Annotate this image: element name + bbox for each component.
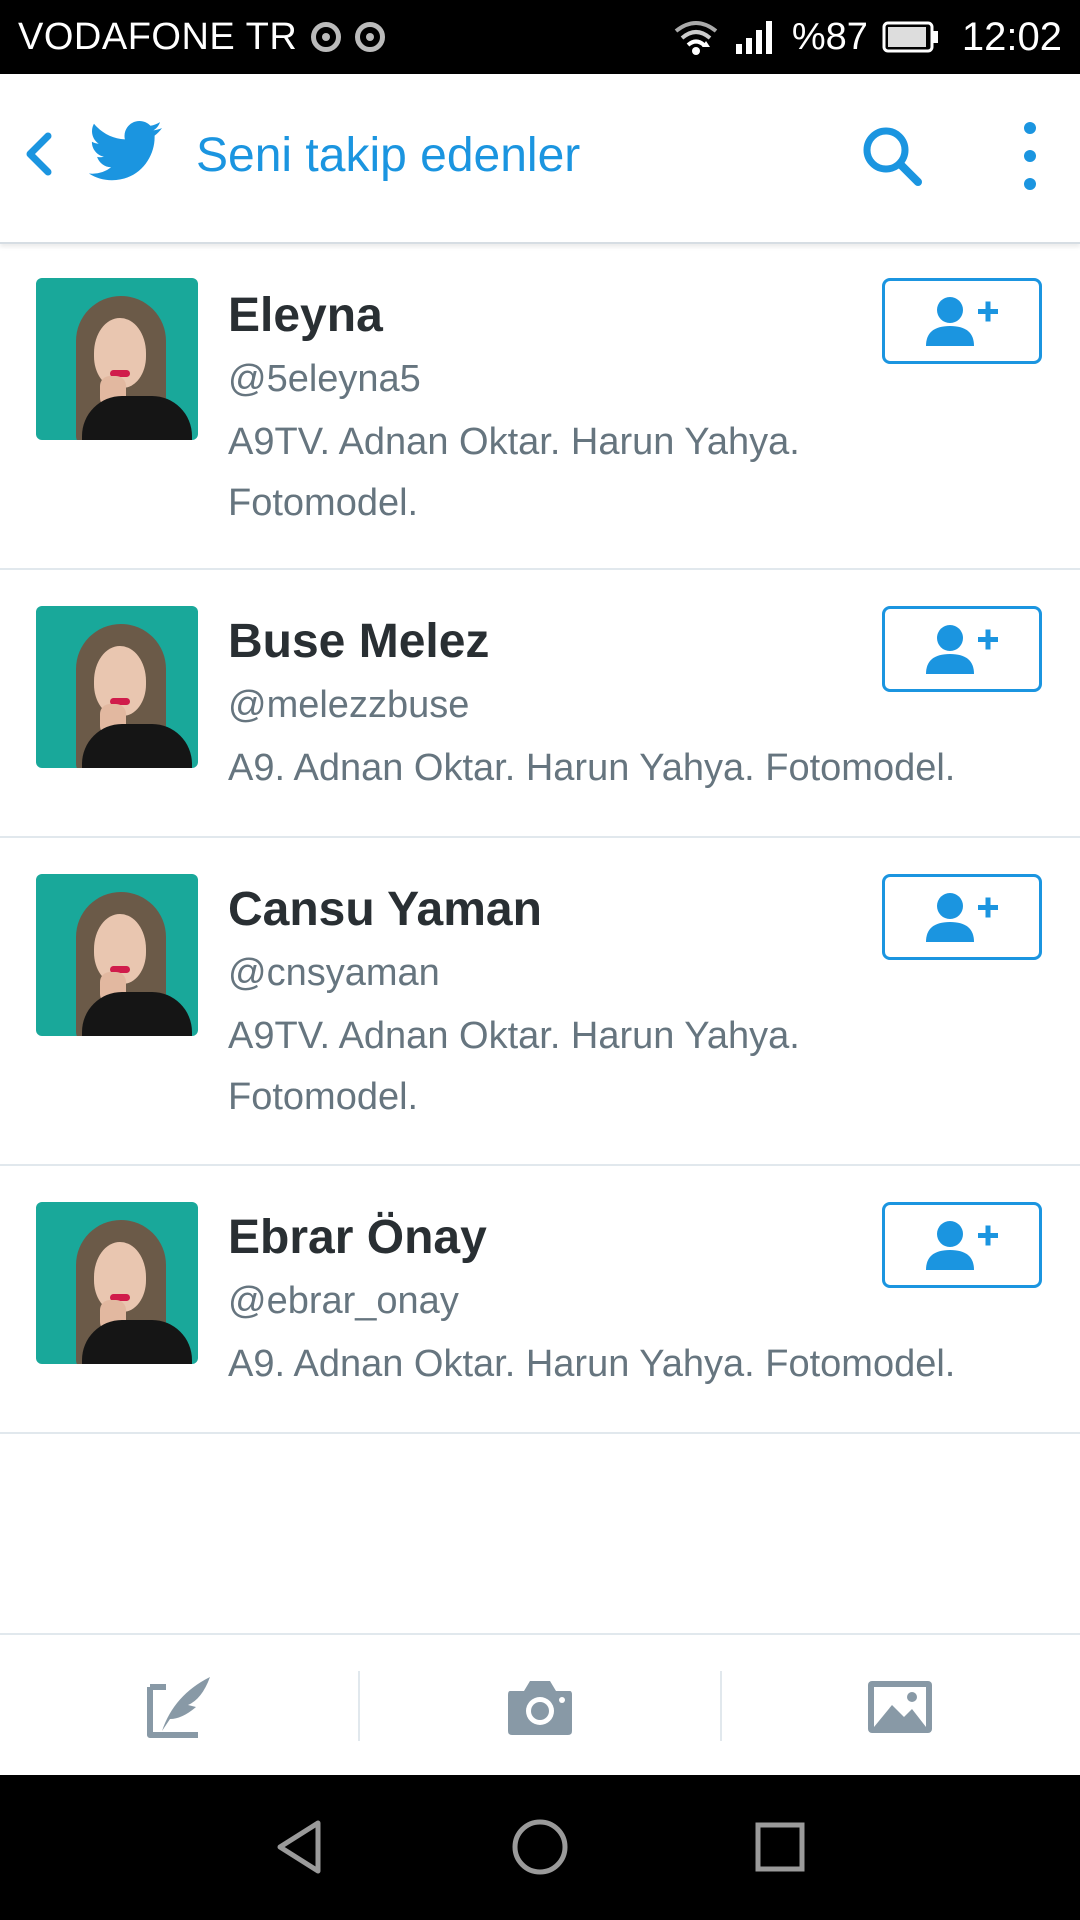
- follow-user-icon: [926, 297, 998, 346]
- battery-percent: %87: [791, 15, 868, 58]
- carrier-name: VODAFONE TR: [18, 15, 298, 58]
- page-title: Seni takip edenler: [196, 129, 581, 182]
- list-item[interactable]: Ebrar Önay @ebrar_onay A9. Adnan Oktar. …: [0, 1166, 1080, 1434]
- home-circle-icon[interactable]: [510, 1817, 570, 1877]
- avatar[interactable]: [36, 874, 198, 1036]
- camera-icon[interactable]: [504, 1675, 576, 1739]
- follow-button[interactable]: [882, 278, 1042, 364]
- bio-line: Fotomodel.: [228, 1076, 419, 1118]
- follow-button[interactable]: [882, 874, 1042, 960]
- compose-tweet-icon[interactable]: [144, 1675, 216, 1739]
- list-item[interactable]: Buse Melez @melezzbuse A9. Adnan Oktar. …: [0, 570, 1080, 838]
- user-name[interactable]: Eleyna: [228, 288, 383, 343]
- chrome-icon: [355, 22, 386, 52]
- user-handle: @5eleyna5: [228, 358, 421, 400]
- chevron-left-icon[interactable]: [16, 126, 62, 182]
- status-bar: VODAFONE TR %87 12:02: [0, 0, 1080, 74]
- back-triangle-icon[interactable]: [270, 1817, 330, 1877]
- search-icon[interactable]: [858, 122, 928, 192]
- system-nav-bar: [0, 1775, 1080, 1920]
- more-vertical-icon[interactable]: [1010, 118, 1050, 194]
- signal-icon: [735, 21, 772, 54]
- bio-line: A9. Adnan Oktar. Harun Yahya. Fotomodel.: [228, 747, 956, 789]
- user-bio: A9TV. Adnan Oktar. Harun Yahya. Fotomode…: [228, 412, 1028, 534]
- user-name[interactable]: Buse Melez: [228, 614, 489, 669]
- divider: [358, 1671, 360, 1741]
- user-name[interactable]: Cansu Yaman: [228, 882, 542, 937]
- twitter-bird-icon: [88, 121, 162, 181]
- user-handle: @cnsyaman: [228, 952, 440, 994]
- clock: 12:02: [961, 14, 1062, 59]
- bio-line: A9TV. Adnan Oktar. Harun Yahya.: [228, 1015, 800, 1057]
- avatar[interactable]: [36, 1202, 198, 1364]
- follow-user-icon: [926, 893, 998, 942]
- list-item[interactable]: Eleyna @5eleyna5 A9TV. Adnan Oktar. Haru…: [0, 242, 1080, 570]
- image-icon[interactable]: [864, 1675, 936, 1739]
- wifi-icon: [674, 21, 718, 55]
- follow-user-icon: [926, 1221, 998, 1270]
- user-name[interactable]: Ebrar Önay: [228, 1210, 487, 1265]
- follow-button[interactable]: [882, 606, 1042, 692]
- avatar[interactable]: [36, 606, 198, 768]
- user-bio: A9. Adnan Oktar. Harun Yahya. Fotomodel.: [228, 1334, 1028, 1395]
- app-bar: Seni takip edenler: [0, 74, 1080, 244]
- bio-line: A9. Adnan Oktar. Harun Yahya. Fotomodel.: [228, 1343, 956, 1385]
- user-handle: @melezzbuse: [228, 684, 470, 726]
- followers-list: Eleyna @5eleyna5 A9TV. Adnan Oktar. Haru…: [0, 242, 1080, 1434]
- bio-line: Fotomodel.: [228, 482, 419, 524]
- list-item[interactable]: Cansu Yaman @cnsyaman A9TV. Adnan Oktar.…: [0, 838, 1080, 1166]
- compose-bar: [0, 1633, 1080, 1777]
- battery-icon: [882, 21, 938, 53]
- bio-line: A9TV. Adnan Oktar. Harun Yahya.: [228, 421, 800, 463]
- user-bio: A9TV. Adnan Oktar. Harun Yahya. Fotomode…: [228, 1006, 1028, 1128]
- divider: [720, 1671, 722, 1741]
- follow-user-icon: [926, 625, 998, 674]
- avatar[interactable]: [36, 278, 198, 440]
- recents-square-icon[interactable]: [750, 1817, 810, 1877]
- follow-button[interactable]: [882, 1202, 1042, 1288]
- user-bio: A9. Adnan Oktar. Harun Yahya. Fotomodel.: [228, 738, 1028, 799]
- user-handle: @ebrar_onay: [228, 1280, 459, 1322]
- chrome-icon: [311, 22, 342, 52]
